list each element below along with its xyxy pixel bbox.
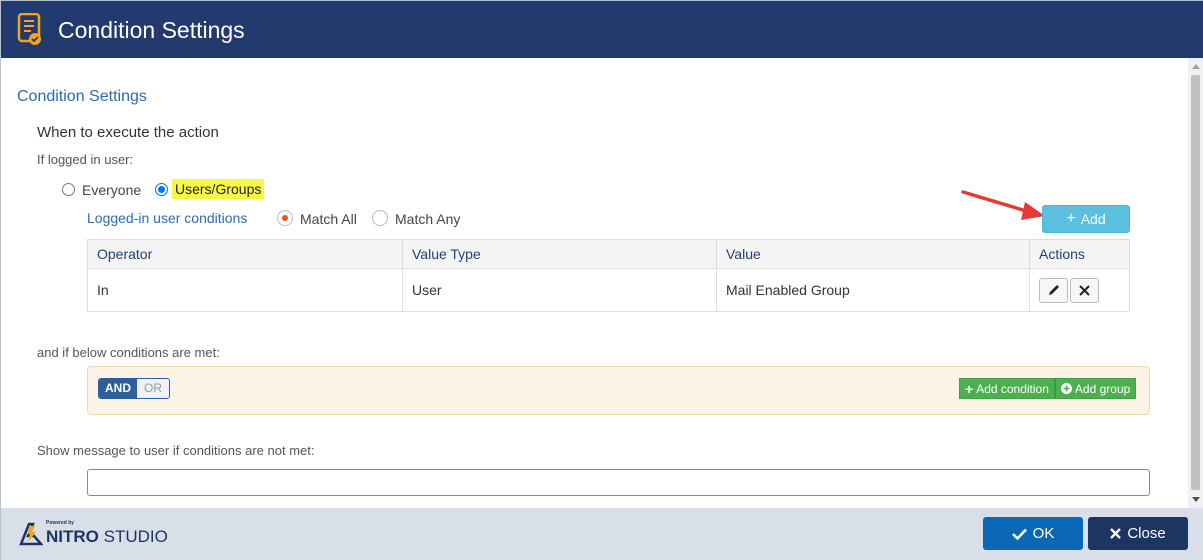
scroll-thumb[interactable] <box>1191 75 1200 490</box>
scroll-down-icon[interactable] <box>1192 497 1200 502</box>
header-value: Value <box>716 239 1030 269</box>
table-header-row: Operator Value Type Value Actions <box>87 239 1130 269</box>
add-condition-button[interactable]: + Add condition <box>959 378 1055 399</box>
title-bar: Condition Settings <box>1 1 1203 58</box>
match-all-radio[interactable] <box>277 210 293 226</box>
message-label: Show message to user if conditions are n… <box>37 443 315 458</box>
cell-actions <box>1029 268 1130 312</box>
condition-actions: + Add condition Add group <box>959 378 1137 399</box>
check-icon <box>1011 528 1027 540</box>
brand-text: NITRO STUDIO <box>46 527 168 546</box>
add-group-label: Add group <box>1074 381 1131 396</box>
nitro-logo-icon <box>19 522 43 546</box>
header-actions: Actions <box>1029 239 1130 269</box>
cell-operator: In <box>87 268 403 312</box>
conditions-builder: AND OR + Add condition Add group <box>87 366 1150 415</box>
table-row: In User Mail Enabled Group <box>87 268 1130 312</box>
users-groups-label[interactable]: Users/Groups <box>172 179 265 199</box>
plus-circle-icon <box>1060 383 1072 394</box>
message-input[interactable] <box>87 469 1150 496</box>
plus-icon: + <box>965 380 974 397</box>
and-option[interactable]: AND <box>99 379 137 398</box>
cell-value-type: User <box>402 268 717 312</box>
close-label: Close <box>1127 525 1166 542</box>
users-groups-radio[interactable] <box>155 183 168 196</box>
nitro-studio-logo: Powered by NITRO STUDIO <box>19 519 169 549</box>
match-any-radio[interactable] <box>372 210 388 226</box>
clipboard-check-icon <box>17 13 41 45</box>
everyone-label[interactable]: Everyone <box>82 182 141 198</box>
plus-icon: + <box>1066 210 1076 227</box>
scroll-up-icon[interactable] <box>1192 64 1200 69</box>
add-condition-label: Add condition <box>976 381 1049 396</box>
header-operator: Operator <box>87 239 403 269</box>
and-or-toggle: AND OR <box>98 378 170 399</box>
section-title: Condition Settings <box>17 88 147 105</box>
add-group-button[interactable]: Add group <box>1054 378 1137 399</box>
window-title: Condition Settings <box>58 17 245 43</box>
dialog-footer: Powered by NITRO STUDIO OK Close <box>1 508 1203 560</box>
pencil-icon <box>1048 285 1059 295</box>
match-all-label[interactable]: Match All <box>300 211 357 227</box>
red-arrow-annotation <box>961 190 1045 220</box>
dialog-body: Condition Settings When to execute the a… <box>1 58 1188 508</box>
ok-button[interactable]: OK <box>983 517 1083 550</box>
close-button[interactable]: Close <box>1088 517 1188 550</box>
match-any-label[interactable]: Match Any <box>395 211 460 227</box>
condition-settings-dialog: Condition Settings Condition Settings Wh… <box>0 0 1203 560</box>
header-value-type: Value Type <box>402 239 717 269</box>
everyone-radio[interactable] <box>62 183 75 196</box>
close-icon <box>1110 528 1122 539</box>
ok-label: OK <box>1032 525 1055 542</box>
conditions-label: and if below conditions are met: <box>37 345 220 360</box>
powered-by-text: Powered by <box>46 520 75 526</box>
add-button-label: Add <box>1080 211 1106 227</box>
edit-button[interactable] <box>1039 277 1068 303</box>
add-user-condition-button[interactable]: + Add <box>1042 205 1130 233</box>
user-filter-label: If logged in user: <box>37 152 134 167</box>
or-option[interactable]: OR <box>137 379 169 398</box>
delete-button[interactable] <box>1070 277 1099 303</box>
vertical-scrollbar[interactable] <box>1188 58 1203 508</box>
close-icon <box>1079 284 1090 296</box>
section-subtitle: When to execute the action <box>37 124 219 141</box>
user-conditions-label: Logged-in user conditions <box>87 210 248 226</box>
user-conditions-table: Operator Value Type Value Actions In Use… <box>87 239 1130 312</box>
cell-value: Mail Enabled Group <box>716 268 1030 312</box>
